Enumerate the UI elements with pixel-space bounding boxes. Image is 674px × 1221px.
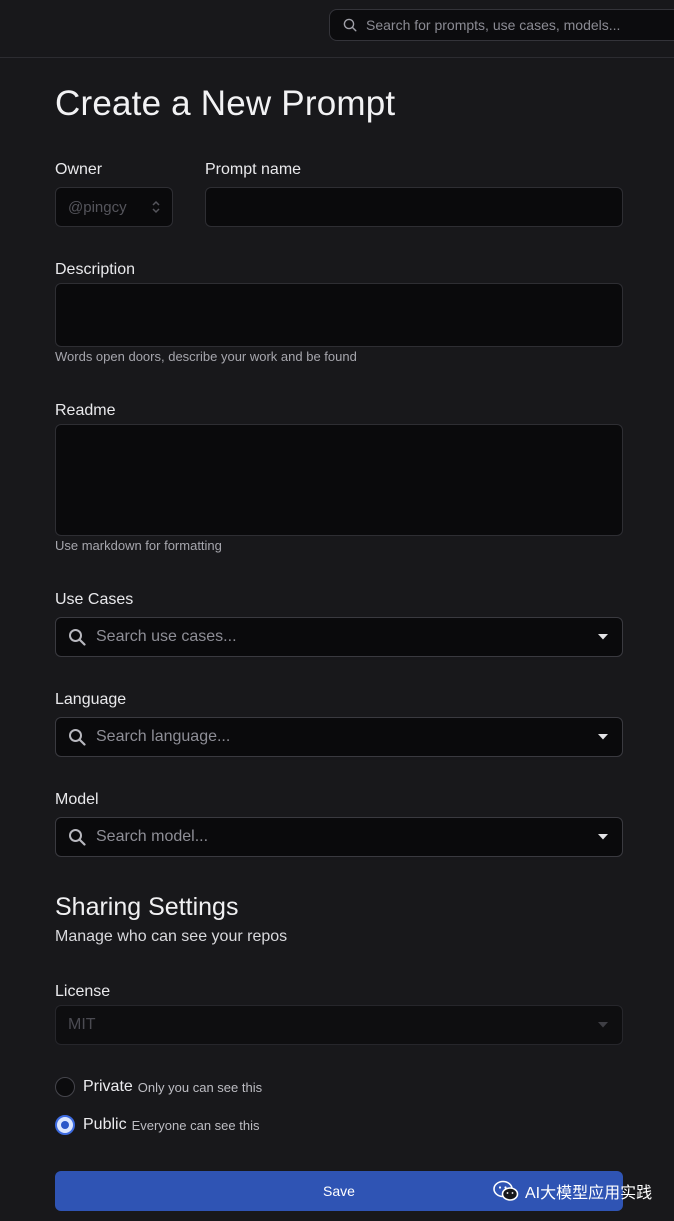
description-textarea[interactable] — [56, 284, 622, 346]
sharing-settings-title: Sharing Settings — [55, 893, 239, 921]
owner-select[interactable]: @pingcy — [55, 187, 173, 227]
private-description: Only you can see this — [137, 1079, 263, 1095]
global-search-input[interactable] — [366, 17, 656, 33]
model-label: Model — [55, 791, 99, 808]
owner-label: Owner — [55, 161, 103, 178]
caret-down-icon[interactable] — [598, 634, 608, 640]
readme-field[interactable] — [55, 424, 623, 536]
sharing-settings-subtitle: Manage who can see your repos — [55, 928, 288, 945]
prompt-name-field[interactable] — [205, 187, 623, 227]
license-select[interactable]: MIT — [55, 1005, 623, 1045]
prompt-name-label: Prompt name — [205, 161, 302, 178]
language-combobox[interactable]: Search language... — [55, 717, 623, 757]
use-cases-combobox[interactable]: Search use cases... — [55, 617, 623, 657]
search-icon — [343, 18, 357, 32]
public-label: Public — [83, 1116, 127, 1133]
model-placeholder: Search model... — [96, 828, 209, 845]
description-field[interactable] — [55, 283, 623, 347]
search-icon — [69, 829, 86, 846]
description-hint: Words open doors, describe your work and… — [55, 349, 357, 364]
readme-label: Readme — [55, 402, 116, 419]
page-title: Create a New Prompt — [55, 84, 396, 123]
wechat-watermark: AI大模型应用实践 — [493, 1177, 652, 1205]
prompt-name-input[interactable] — [206, 188, 622, 226]
private-radio[interactable] — [55, 1077, 75, 1097]
watermark-text: AI大模型应用实践 — [525, 1185, 653, 1202]
owner-value: @pingcy — [68, 198, 127, 216]
readme-hint: Use markdown for formatting — [55, 538, 222, 553]
description-label: Description — [55, 261, 136, 278]
model-combobox[interactable]: Search model... — [55, 817, 623, 857]
visibility-private-option[interactable]: Private Only you can see this — [55, 1077, 262, 1097]
language-placeholder: Search language... — [96, 728, 231, 745]
radio-selected-dot — [61, 1121, 69, 1129]
search-icon — [69, 729, 86, 746]
language-label: Language — [55, 691, 127, 708]
use-cases-label: Use Cases — [55, 591, 134, 608]
public-description: Everyone can see this — [131, 1117, 260, 1133]
top-bar — [0, 0, 674, 58]
updown-chevron-icon — [152, 200, 160, 214]
caret-down-icon — [598, 1022, 608, 1028]
readme-textarea[interactable] — [56, 425, 622, 535]
search-icon — [69, 629, 86, 646]
global-search-box[interactable] — [329, 9, 674, 41]
visibility-public-option[interactable]: Public Everyone can see this — [55, 1115, 259, 1135]
wechat-icon — [493, 1180, 519, 1201]
caret-down-icon[interactable] — [598, 734, 608, 740]
license-value: MIT — [68, 1016, 96, 1033]
caret-down-icon[interactable] — [598, 834, 608, 840]
use-cases-placeholder: Search use cases... — [96, 628, 237, 645]
public-radio[interactable] — [55, 1115, 75, 1135]
license-label: License — [55, 983, 111, 1000]
private-label: Private — [83, 1078, 133, 1095]
